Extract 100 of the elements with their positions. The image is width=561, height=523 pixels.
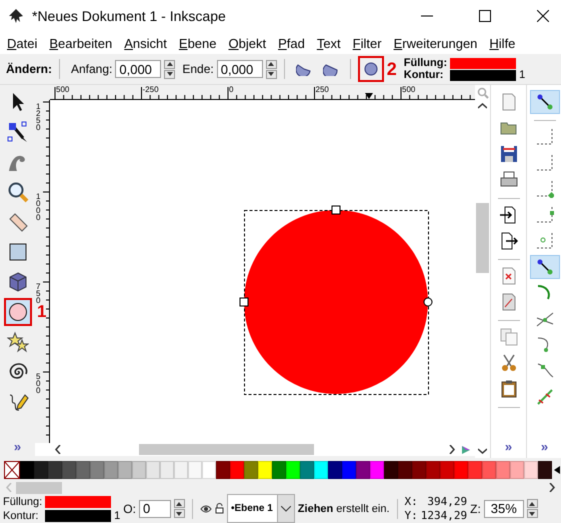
crossing-lines-icon (536, 310, 554, 328)
node-editor-icon (6, 121, 28, 143)
color-swatch[interactable] (356, 461, 370, 479)
spin-down-button[interactable] (164, 70, 176, 78)
color-swatch[interactable] (62, 461, 76, 479)
color-swatch[interactable] (160, 461, 174, 479)
dotted-edge-icon (536, 154, 554, 172)
up-arrow-icon (176, 502, 182, 506)
color-swatch[interactable] (132, 461, 146, 479)
annotation-number: 2 (386, 58, 397, 80)
zoom-label: Z: (470, 502, 481, 516)
scrollbar-thumb[interactable] (16, 482, 62, 494)
color-swatch[interactable] (230, 461, 244, 479)
color-swatch[interactable] (342, 461, 356, 479)
clipboard-icon (500, 380, 518, 398)
menu-item[interactable]: Datei (7, 36, 38, 50)
color-swatch[interactable] (104, 461, 118, 479)
color-swatch[interactable] (258, 461, 272, 479)
color-swatch[interactable] (76, 461, 90, 479)
scrollbar-thumb[interactable] (476, 203, 489, 273)
opacity-field[interactable]: 0 (138, 500, 171, 518)
color-swatch[interactable] (300, 461, 314, 479)
color-swatch[interactable] (524, 461, 538, 479)
fill-swatch[interactable] (450, 58, 516, 68)
color-swatch[interactable] (146, 461, 160, 479)
color-swatch[interactable] (510, 461, 524, 479)
scissors-icon (500, 354, 518, 372)
menu-item[interactable]: Hilfe (489, 36, 516, 50)
eye-icon[interactable] (200, 504, 212, 512)
maximize-icon[interactable] (479, 10, 491, 22)
color-swatch[interactable] (272, 461, 286, 479)
number-field[interactable]: 0,000 (115, 60, 162, 78)
spin-down-button[interactable] (526, 509, 538, 518)
fill-swatch[interactable] (45, 496, 112, 508)
color-swatch[interactable] (118, 461, 132, 479)
color-swatch[interactable] (538, 461, 552, 479)
arc-type-button[interactable] (358, 56, 384, 82)
color-swatch[interactable] (90, 461, 104, 479)
menu-item[interactable]: Bearbeiten (49, 36, 112, 50)
snap-toggle-button[interactable] (530, 255, 560, 279)
color-swatch[interactable] (454, 461, 468, 479)
color-swatch[interactable] (20, 461, 34, 479)
spin-down-button[interactable] (266, 70, 277, 78)
zoom-corner-icon[interactable] (476, 87, 488, 99)
menu-item[interactable]: Erweiterungen (394, 36, 478, 50)
scroll-right-icon[interactable] (449, 445, 455, 454)
stars-icon (6, 331, 28, 353)
color-swatch[interactable] (48, 461, 62, 479)
color-swatch[interactable] (328, 461, 342, 479)
color-swatch[interactable] (468, 461, 482, 479)
more-snap-button[interactable]: » (540, 435, 548, 458)
lock-icon[interactable] (214, 503, 224, 514)
spin-down-button[interactable] (174, 509, 185, 518)
color-swatch[interactable] (314, 461, 328, 479)
color-swatch[interactable] (398, 461, 412, 479)
scroll-left-icon[interactable] (55, 445, 61, 454)
color-management-icon[interactable] (461, 444, 471, 454)
menu-item[interactable]: Pfad (278, 36, 305, 50)
spin-up-button[interactable] (266, 60, 277, 68)
spin-up-button[interactable] (526, 499, 538, 508)
color-swatch[interactable] (188, 461, 202, 479)
close-icon[interactable] (537, 10, 549, 22)
ruler-label: 500 (36, 373, 40, 394)
color-swatch[interactable] (482, 461, 496, 479)
palette-menu-icon[interactable] (554, 466, 560, 474)
more-commands-button[interactable]: » (504, 435, 512, 458)
stroke-swatch[interactable] (450, 70, 516, 80)
menu-item[interactable]: Filter (352, 36, 382, 50)
color-swatch[interactable] (440, 461, 454, 479)
color-swatch[interactable] (412, 461, 426, 479)
zoom-field[interactable]: 35% (484, 500, 524, 518)
color-swatch[interactable] (496, 461, 510, 479)
spin-up-button[interactable] (164, 60, 176, 68)
down-arrow-icon (529, 512, 536, 516)
tool-button[interactable] (4, 298, 32, 326)
menu-item[interactable]: Ebene (178, 36, 216, 50)
layer-dropdown[interactable]: •Ebene 1 (226, 494, 295, 523)
scroll-up-icon[interactable] (478, 103, 487, 109)
scroll-down-icon[interactable] (478, 448, 487, 454)
color-swatch[interactable] (384, 461, 398, 479)
color-swatch[interactable] (370, 461, 384, 479)
no-color-swatch[interactable] (4, 461, 20, 479)
color-swatch[interactable] (202, 461, 216, 479)
color-swatch[interactable] (216, 461, 230, 479)
spin-up-button[interactable] (174, 499, 185, 508)
number-field[interactable]: 0,000 (216, 60, 263, 78)
menu-item[interactable]: Objekt (228, 36, 266, 50)
color-swatch[interactable] (244, 461, 258, 479)
stroke-swatch[interactable] (45, 510, 112, 522)
circle-icon (6, 301, 28, 323)
color-swatch[interactable] (426, 461, 440, 479)
menu-item[interactable]: Ansicht (124, 36, 167, 50)
color-swatch[interactable] (174, 461, 188, 479)
menu-item[interactable]: Text (316, 36, 341, 50)
more-tools-button[interactable]: » (14, 435, 22, 458)
snap-toggle-button[interactable] (530, 90, 560, 114)
scroll-right-icon[interactable] (549, 483, 555, 492)
color-swatch[interactable] (286, 461, 300, 479)
color-swatch[interactable] (34, 461, 48, 479)
scrollbar-thumb[interactable] (139, 444, 314, 455)
